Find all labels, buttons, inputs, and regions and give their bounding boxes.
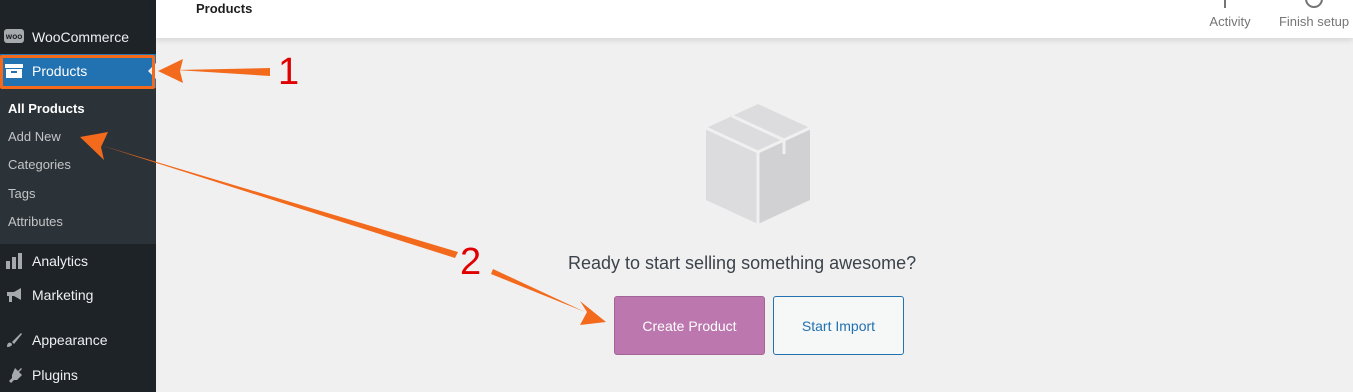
arrow-2-create-product [491, 269, 606, 325]
sidebar-item-marketing[interactable]: Marketing [0, 278, 156, 312]
top-header: Products Activity Finish setup [156, 0, 1353, 38]
annotation-number-1: 1 [278, 51, 300, 93]
activity-button[interactable]: Activity [1196, 0, 1264, 38]
submenu-item-tags[interactable]: Tags [8, 184, 35, 204]
woo-icon: WOO [4, 27, 24, 47]
empty-box-icon [700, 100, 816, 231]
annotation-number-2: 2 [460, 241, 482, 283]
submenu-item-add-new[interactable]: Add New [8, 127, 61, 147]
sidebar-item-woocommerce[interactable]: WOO WooCommerce [0, 20, 156, 54]
empty-state-heading: Ready to start selling something awesome… [568, 253, 917, 273]
arrow-1 [158, 59, 270, 83]
page-title: Products [196, 1, 253, 16]
sidebar-item-label: Marketing [32, 287, 94, 303]
start-import-button[interactable]: Start Import [773, 296, 904, 355]
archive-icon [4, 61, 24, 81]
create-product-button[interactable]: Create Product [614, 296, 765, 355]
flag-icon [1223, 0, 1237, 11]
active-indicator [148, 63, 156, 79]
submenu-item-categories[interactable]: Categories [8, 155, 71, 175]
sidebar-item-label: Analytics [32, 253, 89, 269]
megaphone-icon [4, 285, 24, 305]
sidebar-item-label: Appearance [32, 332, 108, 348]
products-submenu: All Products Add New Categories Tags Att… [0, 88, 156, 244]
sidebar-item-appearance[interactable]: Appearance [0, 323, 156, 357]
sidebar-item-label: Plugins [32, 367, 78, 383]
submenu-item-attributes[interactable]: Attributes [8, 212, 63, 232]
finish-setup-label: Finish setup [1278, 14, 1350, 29]
progress-ring-icon [1303, 0, 1325, 13]
sidebar-item-label: Products [32, 63, 88, 79]
bar-chart-icon [4, 251, 24, 271]
plug-icon [4, 365, 24, 385]
admin-sidebar: WOO WooCommerce Products All Products Ad… [0, 0, 156, 392]
finish-setup-button[interactable]: Finish setup [1278, 0, 1350, 38]
sidebar-item-products[interactable]: Products [0, 54, 156, 88]
svg-text:WOO: WOO [6, 34, 23, 41]
sidebar-item-analytics[interactable]: Analytics [0, 244, 156, 278]
sidebar-item-label: WooCommerce [32, 29, 129, 45]
paintbrush-icon [4, 330, 24, 350]
sidebar-item-plugins[interactable]: Plugins [0, 358, 156, 392]
submenu-item-all-products[interactable]: All Products [8, 99, 85, 119]
activity-label: Activity [1209, 14, 1251, 29]
